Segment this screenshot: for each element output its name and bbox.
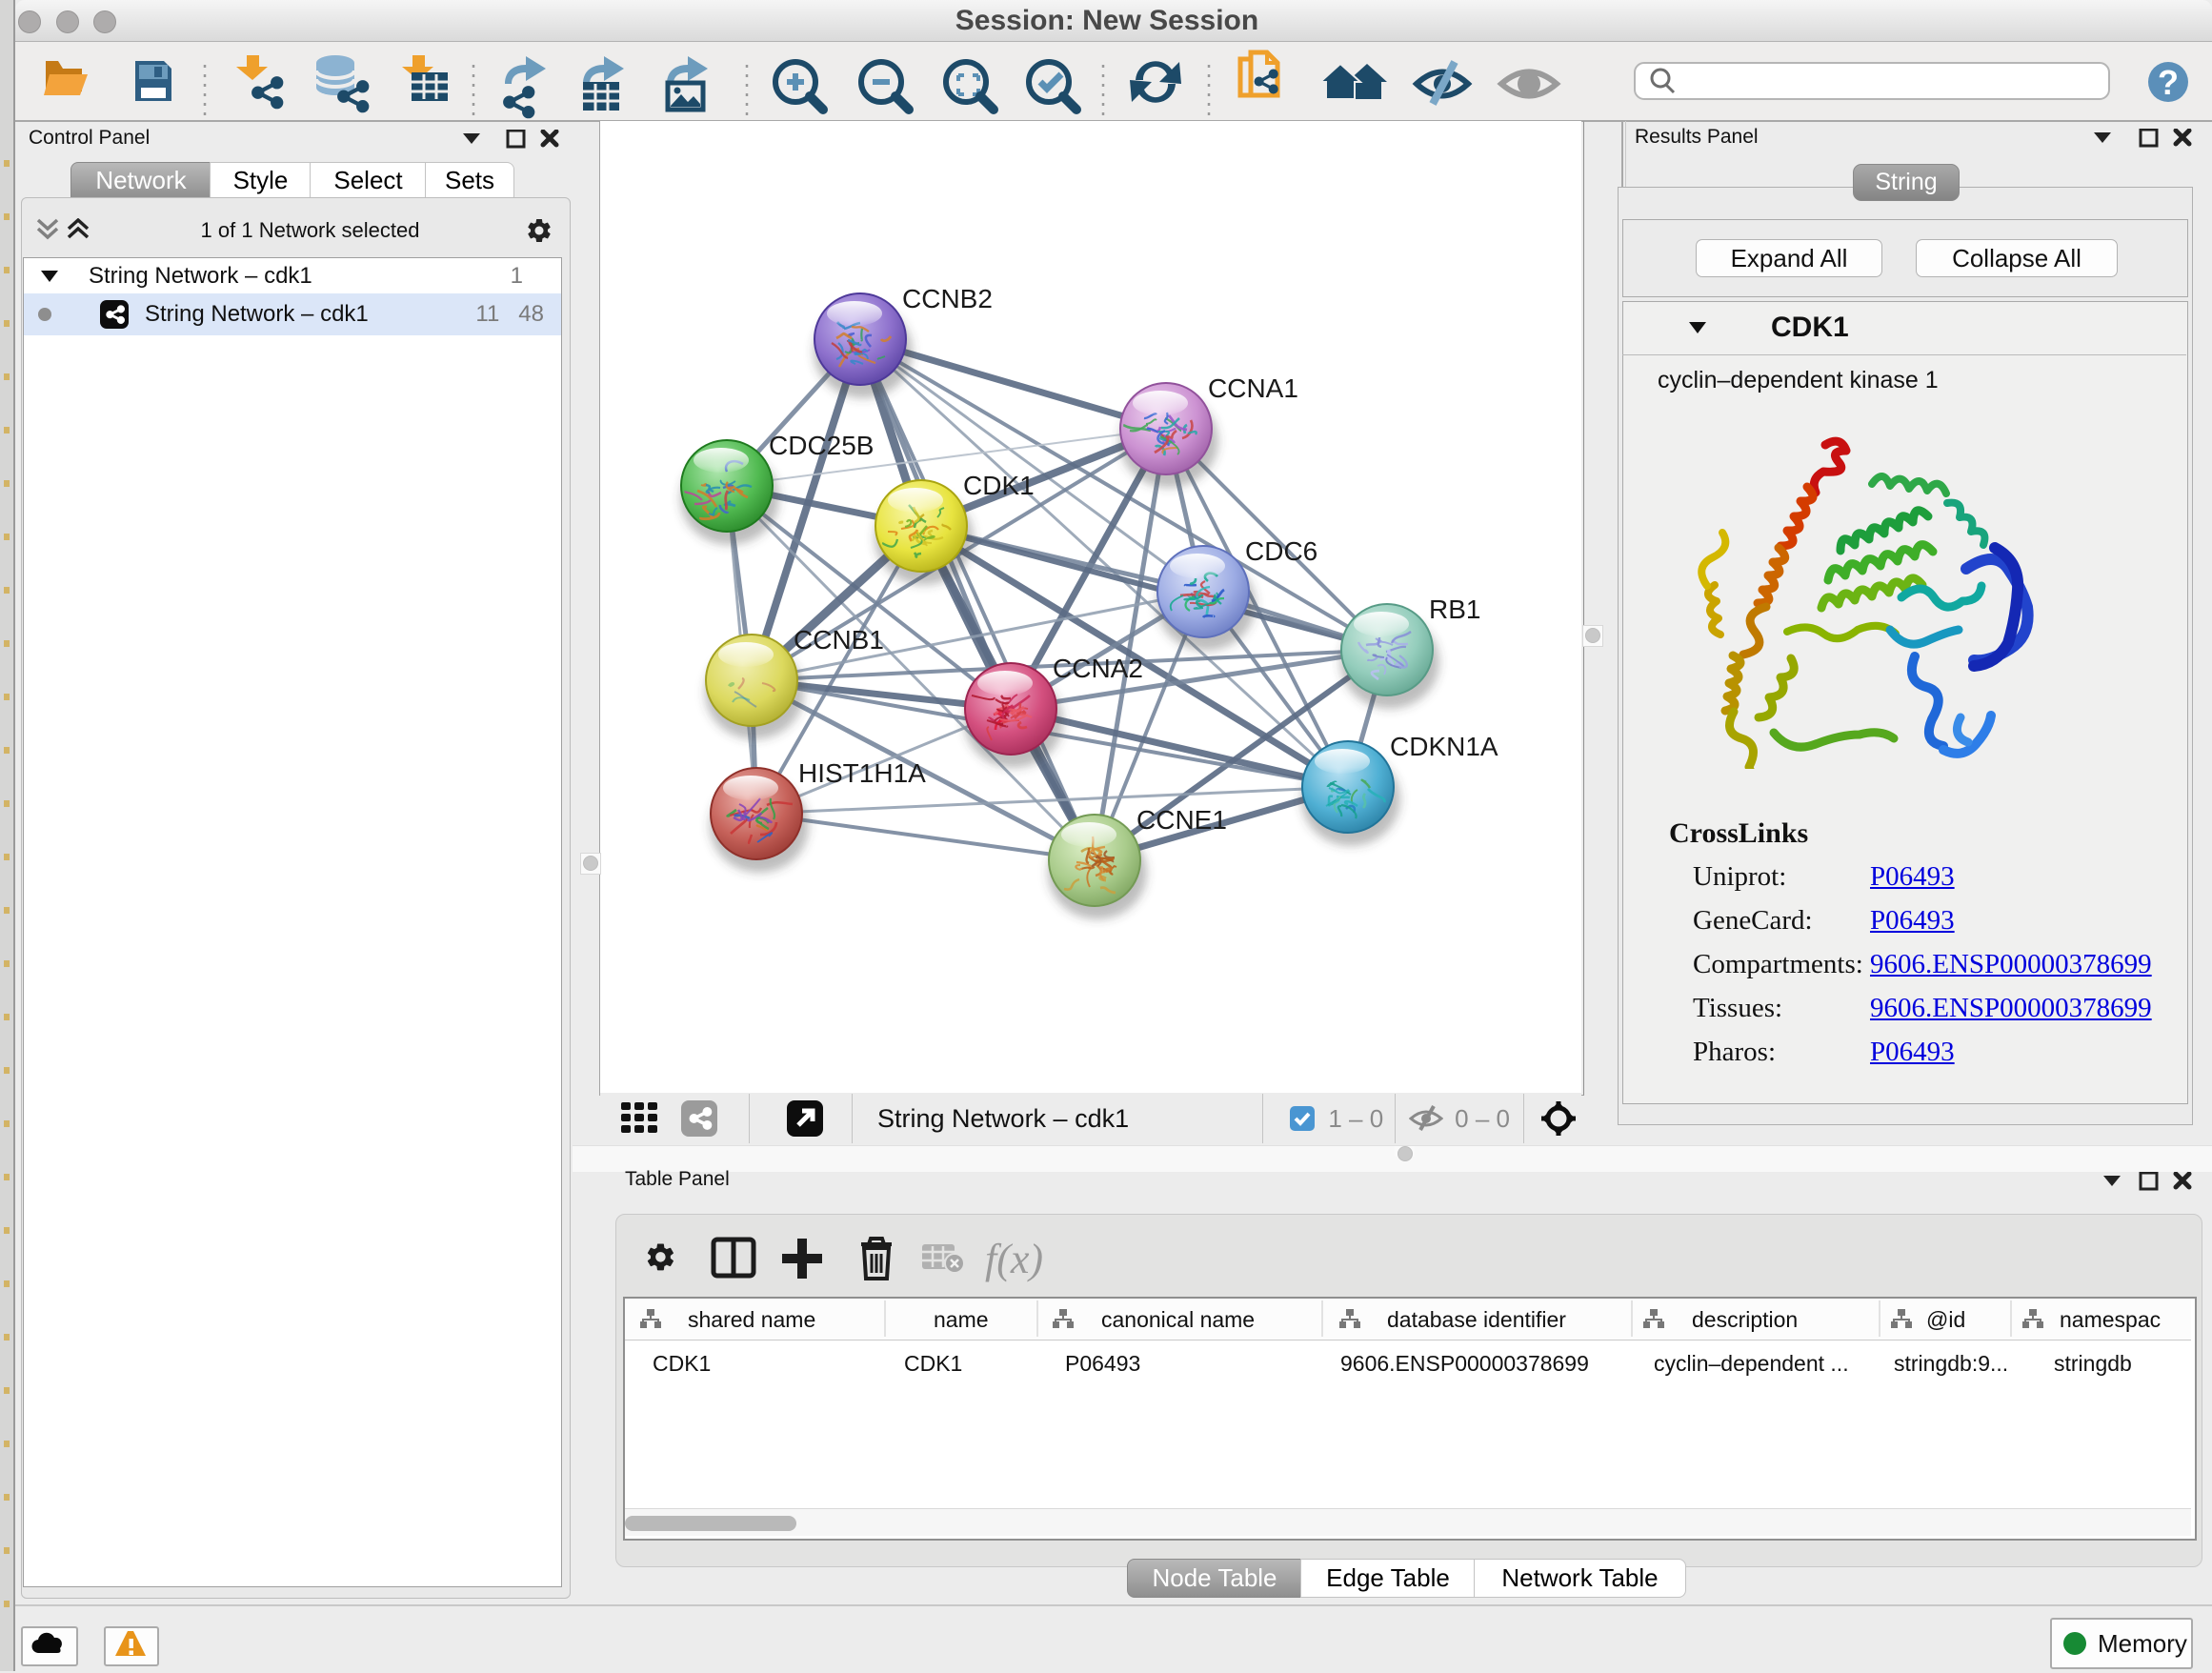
svg-text:?: ?	[2158, 63, 2179, 102]
svg-text:database identifier: database identifier	[1387, 1307, 1566, 1332]
svg-text:9606.ENSP00000378699: 9606.ENSP00000378699	[1340, 1351, 1589, 1376]
svg-text:shared name: shared name	[688, 1307, 815, 1332]
svg-text:CDC25B: CDC25B	[769, 431, 874, 460]
svg-text:@id: @id	[1926, 1307, 1965, 1332]
svg-text:namespac: namespac	[2060, 1307, 2161, 1332]
svg-text:CDK1: CDK1	[963, 471, 1035, 500]
svg-text:canonical name: canonical name	[1101, 1307, 1255, 1332]
svg-text:HIST1H1A: HIST1H1A	[798, 758, 926, 788]
svg-text:CDK1: CDK1	[653, 1351, 711, 1376]
svg-text:description: description	[1692, 1307, 1798, 1332]
svg-text:stringdb: stringdb	[2054, 1351, 2132, 1376]
svg-text:CCNE1: CCNE1	[1136, 805, 1227, 835]
svg-text:CCNB1: CCNB1	[794, 625, 884, 655]
svg-text:CDKN1A: CDKN1A	[1390, 732, 1498, 761]
svg-text:f(x): f(x)	[985, 1236, 1043, 1282]
svg-text:cyclin–dependent ...: cyclin–dependent ...	[1654, 1351, 1849, 1376]
svg-text:CCNA2: CCNA2	[1053, 654, 1143, 683]
svg-text:CCNA1: CCNA1	[1208, 373, 1298, 403]
svg-text:RB1: RB1	[1429, 595, 1480, 624]
svg-text:CDK1: CDK1	[904, 1351, 962, 1376]
svg-text:CCNB2: CCNB2	[902, 284, 993, 313]
svg-text:CDC6: CDC6	[1245, 536, 1317, 566]
svg-text:name: name	[934, 1307, 989, 1332]
svg-text:P06493: P06493	[1065, 1351, 1140, 1376]
svg-text:stringdb:9...: stringdb:9...	[1894, 1351, 2008, 1376]
